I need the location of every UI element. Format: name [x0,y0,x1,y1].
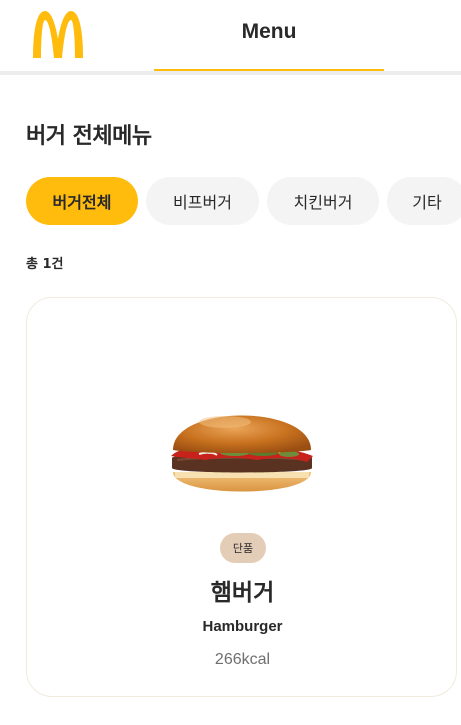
header-divider [0,71,461,75]
filter-chip-all-burgers[interactable]: 버거전체 [26,177,138,225]
result-count: 총 1건 [26,257,64,272]
filter-chip-chicken-burgers[interactable]: 치킨버거 [267,177,379,225]
tab-menu[interactable]: Menu [154,0,384,72]
product-name-korean: 햄버거 [210,580,275,606]
product-badge: 단품 [220,533,266,563]
page-title: 버거 전체메뉴 [26,124,152,149]
category-filter-bar: 버거전체 비프버거 치킨버거 기타 [26,177,461,225]
tab-menu-label: Menu [241,20,297,43]
site-header: Menu [0,0,461,73]
product-calories: 266kcal [214,651,271,668]
filter-chip-other[interactable]: 기타 [387,177,461,225]
hamburger-image [171,415,313,492]
product-name-english: Hamburger [202,618,283,635]
filter-chip-beef-burgers[interactable]: 비프버거 [146,177,259,225]
product-card[interactable]: 단품 햄버거 Hamburger 266kcal [26,297,457,697]
mcdonalds-logo-icon[interactable] [29,9,87,59]
